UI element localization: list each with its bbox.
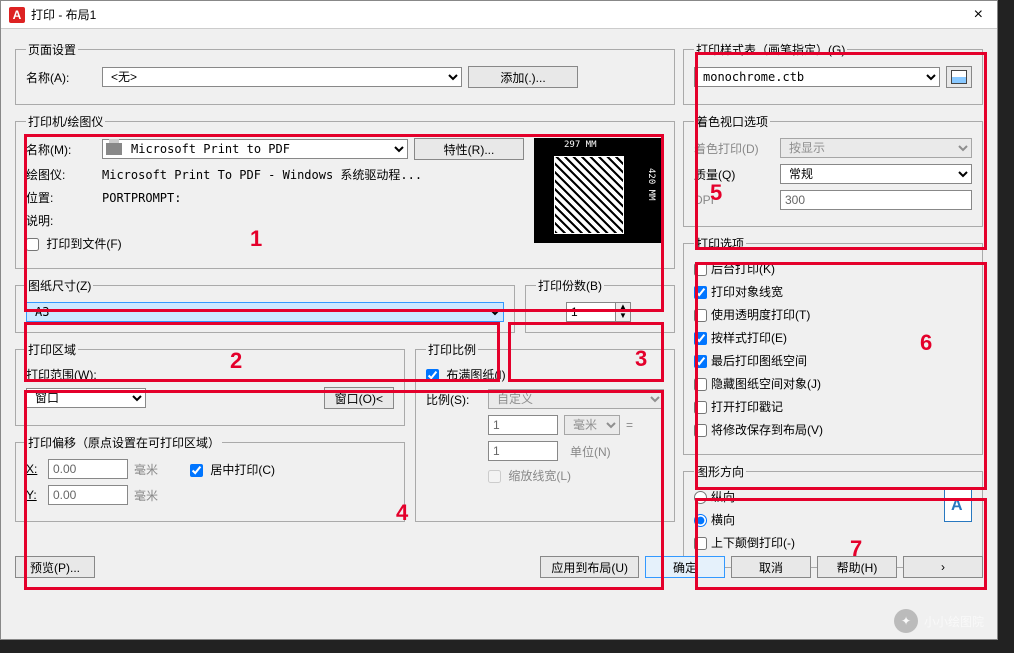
orient-portrait[interactable]: 纵向 [694, 488, 735, 505]
table-edit-icon [951, 70, 967, 84]
opt-paperspace[interactable]: 最后打印图纸空间 [694, 352, 807, 369]
dpi-input[interactable] [780, 190, 972, 210]
quality-label: 质量(Q) [694, 166, 774, 183]
plot-area-legend: 打印区域 [26, 341, 78, 358]
scale-lw-checkbox[interactable] [488, 470, 501, 483]
plot-what-select[interactable]: 窗口 [26, 388, 146, 408]
orientation-group: 图形方向 纵向 横向 上下颠倒打印(-) [683, 463, 983, 568]
scale-select[interactable]: 自定义 [488, 389, 664, 409]
opt-lw[interactable]: 打印对象线宽 [694, 283, 783, 300]
apply-layout-button[interactable]: 应用到布局(U) [540, 556, 639, 578]
offset-x-label: X: [26, 462, 42, 476]
page-setup-group: 页面设置 名称(A): <无> 添加(.)... [15, 41, 675, 105]
shaded-legend: 着色视口选项 [694, 113, 770, 130]
preview-height: 420 MM [646, 168, 656, 201]
scale-num-unit-select[interactable]: 毫米 [564, 415, 620, 435]
plot-options-group: 打印选项 后台打印(K) 打印对象线宽 使用透明度打印(T) 按样式打印(E) … [683, 235, 983, 455]
page-name-label: 名称(A): [26, 69, 96, 86]
dpi-label: DPI [694, 193, 774, 207]
equals-icon: = [626, 418, 633, 432]
offset-y-unit: 毫米 [134, 487, 158, 504]
add-button[interactable]: 添加(.)... [468, 66, 578, 88]
plot-what-label: 打印范围(W): [26, 366, 394, 383]
paper-preview: 297 MM 420 MM [534, 138, 664, 243]
opt-styles[interactable]: 按样式打印(E) [694, 329, 787, 346]
scale-den-unit: 单位(N) [570, 443, 611, 460]
shaded-viewport-group: 着色视口选项 着色打印(D) 按显示 质量(Q) 常规 DPI [683, 113, 983, 227]
desc-label: 说明: [26, 212, 96, 229]
window-pick-button[interactable]: 窗口(O)< [324, 387, 394, 409]
print-to-file-checkbox[interactable] [26, 238, 39, 251]
expand-button[interactable]: › [903, 556, 983, 578]
orientation-icon [944, 488, 972, 522]
offset-y-label: Y: [26, 488, 42, 502]
paper-size-legend: 图纸尺寸(Z) [26, 277, 93, 294]
location-value: PORTPROMPT: [102, 191, 181, 205]
opt-hide[interactable]: 隐藏图纸空间对象(J) [694, 375, 821, 392]
watermark: ✦ 小小绘图院 [894, 609, 984, 633]
paper-size-group: 图纸尺寸(Z) A3 [15, 277, 515, 333]
chevron-right-icon: › [941, 560, 945, 574]
scale-num-input[interactable] [488, 415, 558, 435]
scale-label: 比例(S): [426, 391, 482, 408]
opt-bg[interactable]: 后台打印(K) [694, 260, 775, 277]
ok-button[interactable]: 确定 [645, 556, 725, 578]
printer-icon [106, 143, 122, 155]
center-plot-checkbox[interactable] [190, 464, 203, 477]
plotter-label: 绘图仪: [26, 166, 96, 183]
style-table-edit-button[interactable] [946, 66, 972, 88]
style-table-group: 打印样式表（画笔指定）(G) monochrome.ctb [683, 41, 983, 105]
plot-offset-legend: 打印偏移（原点设置在可打印区域） [26, 434, 222, 451]
center-plot-label[interactable]: 居中打印(C) [190, 461, 275, 478]
copies-spinner[interactable]: ▲▼ [616, 302, 631, 322]
printer-legend: 打印机/绘图仪 [26, 113, 105, 130]
fit-to-paper-checkbox[interactable] [426, 369, 439, 382]
orient-upside[interactable]: 上下颠倒打印(-) [694, 534, 795, 551]
printer-name-label: 名称(M): [26, 141, 96, 158]
plotter-value: Microsoft Print To PDF - Windows 系统驱动程..… [102, 166, 422, 183]
opt-save[interactable]: 将修改保存到布局(V) [694, 421, 823, 438]
shade-plot-label: 着色打印(D) [694, 140, 774, 157]
orient-landscape[interactable]: 横向 [694, 511, 735, 528]
offset-x-input[interactable] [48, 459, 128, 479]
printer-name-select[interactable]: Microsoft Print to PDF [102, 139, 408, 159]
close-icon[interactable]: × [968, 6, 989, 24]
cancel-button[interactable]: 取消 [731, 556, 811, 578]
opt-stamp[interactable]: 打开打印戳记 [694, 398, 783, 415]
scale-den-input[interactable] [488, 441, 558, 461]
page-setup-legend: 页面设置 [26, 41, 78, 58]
wechat-icon: ✦ [894, 609, 918, 633]
quality-select[interactable]: 常规 [780, 164, 972, 184]
printer-group: 打印机/绘图仪 名称(M): Microsoft Print to PDF 特性 [15, 113, 675, 269]
app-logo: A [9, 7, 25, 23]
scale-lw-label[interactable]: 缩放线宽(L) [488, 467, 571, 484]
copies-input[interactable] [566, 302, 616, 322]
offset-x-unit: 毫米 [134, 461, 158, 478]
plot-offset-group: 打印偏移（原点设置在可打印区域） X: 毫米 居中打印(C) [15, 434, 405, 522]
fit-to-paper-label[interactable]: 布满图纸(I) [426, 366, 506, 383]
plot-scale-legend: 打印比例 [426, 341, 478, 358]
print-to-file-label[interactable]: 打印到文件(F) [26, 235, 122, 252]
copies-group: 打印份数(B) ▲▼ [525, 277, 675, 333]
preview-width: 297 MM [564, 140, 597, 150]
paper-size-select[interactable]: A3 [26, 302, 504, 322]
offset-y-input[interactable] [48, 485, 128, 505]
preview-button[interactable]: 预览(P)... [15, 556, 95, 578]
window-title: 打印 - 布局1 [31, 6, 968, 23]
shade-plot-select[interactable]: 按显示 [780, 138, 972, 158]
page-name-select[interactable]: <无> [102, 67, 462, 87]
orientation-legend: 图形方向 [694, 463, 746, 480]
style-table-legend: 打印样式表（画笔指定）(G) [694, 41, 847, 58]
opt-trans[interactable]: 使用透明度打印(T) [694, 306, 810, 323]
printer-props-button[interactable]: 特性(R)... [414, 138, 524, 160]
style-table-select[interactable]: monochrome.ctb [694, 67, 940, 87]
location-label: 位置: [26, 189, 96, 206]
titlebar: A 打印 - 布局1 × [1, 1, 997, 29]
copies-legend: 打印份数(B) [536, 277, 604, 294]
plot-options-legend: 打印选项 [694, 235, 746, 252]
plot-area-group: 打印区域 打印范围(W): 窗口 窗口(O)< [15, 341, 405, 426]
